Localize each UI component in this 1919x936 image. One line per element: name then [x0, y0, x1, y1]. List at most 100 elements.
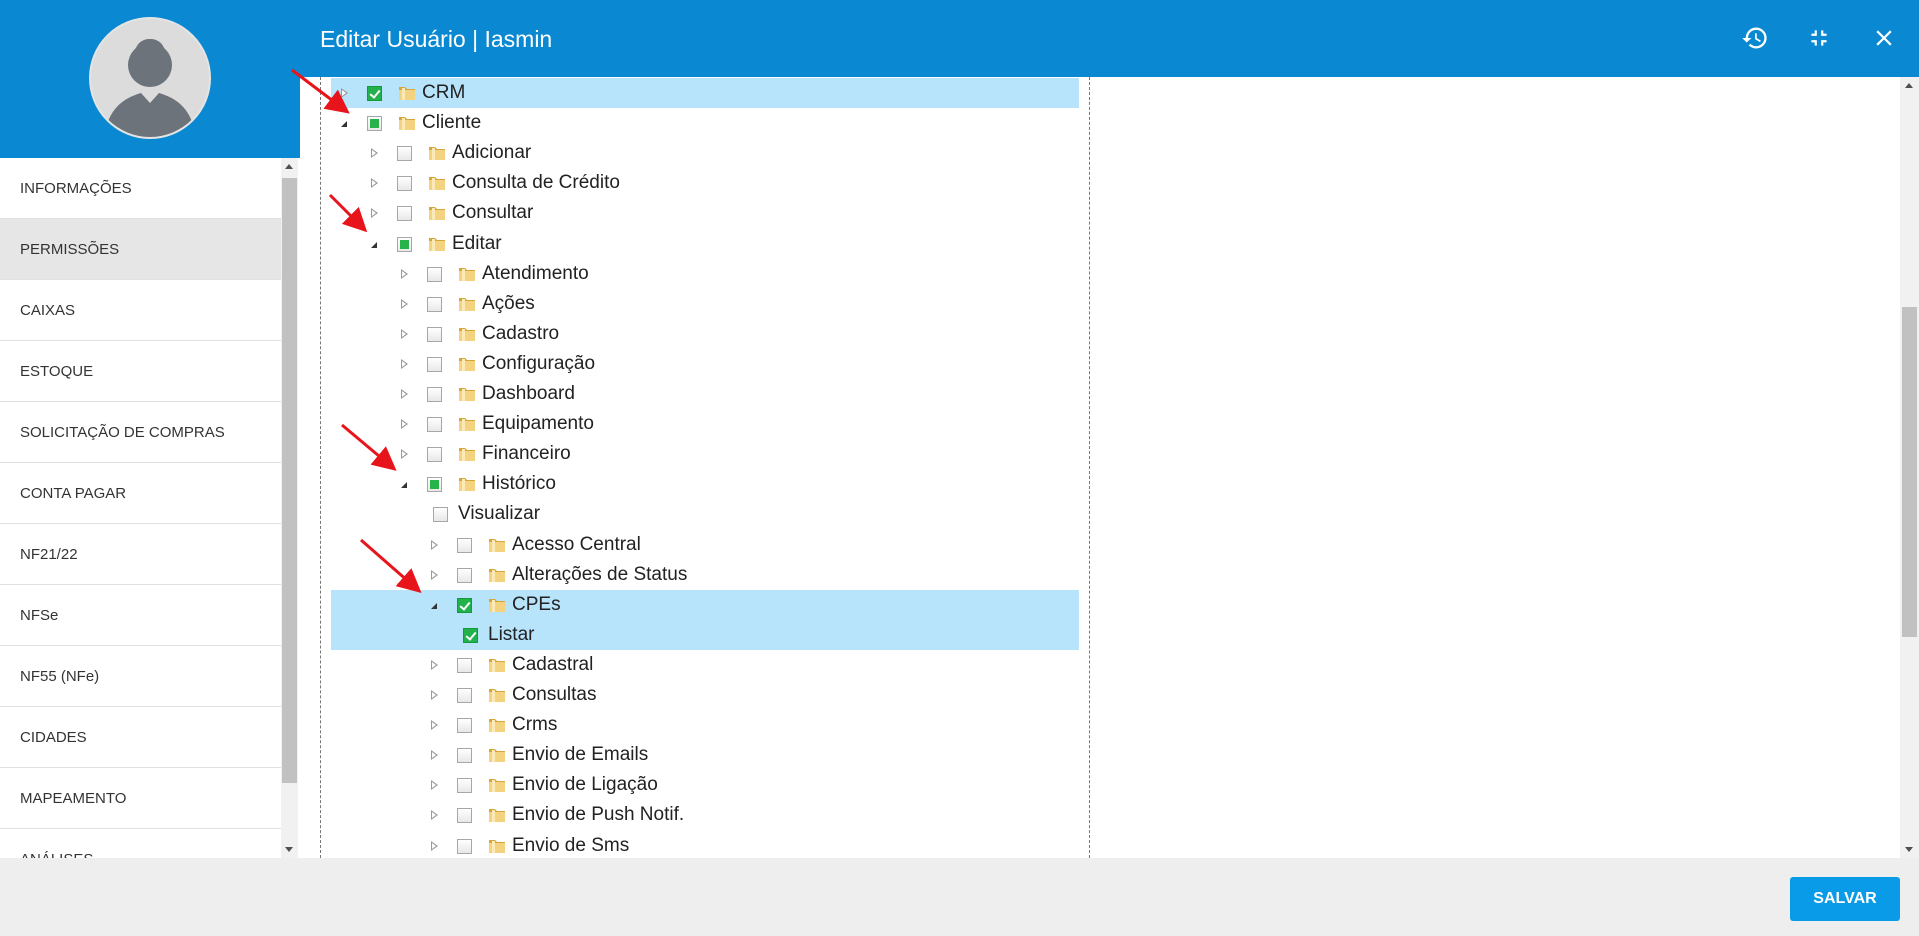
expand-arrow-icon[interactable] — [431, 569, 438, 580]
sidebar-item[interactable]: NFSe — [0, 585, 281, 646]
sidebar-scrollbar[interactable] — [281, 158, 298, 858]
tree-node[interactable]: Consultar — [331, 198, 1079, 228]
tree-node[interactable]: Financeiro — [331, 439, 1079, 469]
tree-checkbox[interactable] — [427, 387, 442, 402]
expand-arrow-icon[interactable] — [431, 539, 438, 550]
scroll-down-icon[interactable] — [285, 847, 293, 852]
scroll-up-icon[interactable] — [285, 164, 293, 169]
sidebar-item[interactable]: CONTA PAGAR — [0, 463, 281, 524]
expand-arrow-icon[interactable] — [371, 208, 378, 219]
expand-arrow-icon[interactable] — [371, 178, 378, 189]
tree-node[interactable]: CPEs — [331, 589, 1079, 620]
scroll-up-icon[interactable] — [1905, 83, 1913, 88]
tree-node[interactable]: Adicionar — [331, 138, 1079, 168]
sidebar-item[interactable]: CIDADES — [0, 707, 281, 768]
tree-checkbox[interactable] — [397, 236, 412, 252]
tree-node[interactable]: Editar — [331, 229, 1079, 259]
tree-checkbox[interactable] — [397, 176, 412, 192]
sidebar-item[interactable]: ESTOQUE — [0, 341, 281, 402]
tree-node[interactable]: Acesso Central — [331, 530, 1079, 560]
expand-arrow-icon[interactable] — [431, 720, 438, 731]
tree-node[interactable]: Cliente — [331, 108, 1079, 138]
save-button[interactable]: SALVAR — [1790, 877, 1900, 921]
sidebar-item[interactable]: NF55 (NFe) — [0, 646, 281, 707]
expand-arrow-icon[interactable] — [431, 780, 438, 791]
expand-arrow-icon[interactable] — [401, 298, 408, 309]
collapse-arrow-icon[interactable] — [341, 121, 347, 128]
tree-node[interactable]: Consultas — [331, 680, 1079, 710]
collapse-arrow-icon[interactable] — [401, 482, 407, 489]
sidebar-item[interactable]: INFORMAÇÕES — [0, 158, 281, 219]
expand-arrow-icon[interactable] — [401, 268, 408, 279]
tree-node[interactable]: Atendimento — [331, 259, 1079, 289]
tree-checkbox[interactable] — [457, 537, 472, 553]
main-scroll-thumb[interactable] — [1902, 307, 1917, 637]
tree-node[interactable]: Listar — [331, 619, 1079, 650]
scroll-down-icon[interactable] — [1905, 847, 1913, 852]
tree-checkbox[interactable] — [427, 356, 442, 372]
sidebar-scroll-thumb[interactable] — [282, 178, 297, 783]
sidebar-item[interactable]: CAIXAS — [0, 280, 281, 341]
collapse-arrow-icon[interactable] — [431, 602, 437, 609]
sidebar-item[interactable]: PERMISSÕES — [0, 219, 281, 280]
expand-arrow-icon[interactable] — [341, 88, 348, 98]
expand-arrow-icon[interactable] — [401, 449, 408, 460]
collapse-arrow-icon[interactable] — [371, 241, 377, 248]
tree-checkbox[interactable] — [457, 567, 472, 583]
tree-node[interactable]: Consulta de Crédito — [331, 168, 1079, 198]
tree-checkbox[interactable] — [457, 597, 472, 613]
tree-node[interactable]: Envio de Sms — [331, 831, 1079, 859]
tree-checkbox[interactable] — [457, 748, 472, 764]
tree-checkbox[interactable] — [427, 296, 442, 312]
tree-checkbox[interactable] — [457, 778, 472, 794]
expand-arrow-icon[interactable] — [431, 690, 438, 700]
tree-node[interactable]: Cadastral — [331, 650, 1079, 680]
tree-checkbox[interactable] — [433, 507, 448, 523]
history-button[interactable] — [1737, 20, 1773, 56]
tree-checkbox[interactable] — [463, 627, 478, 643]
tree-node[interactable]: Histórico — [331, 469, 1079, 499]
tree-node[interactable]: Visualizar — [331, 499, 1079, 529]
tree-node[interactable]: Cadastro — [331, 319, 1079, 349]
expand-arrow-icon[interactable] — [431, 810, 438, 821]
sidebar-item[interactable]: ANÁLISES — [0, 829, 281, 859]
sidebar-item[interactable]: NF21/22 — [0, 524, 281, 585]
tree-checkbox[interactable] — [427, 477, 442, 493]
close-button[interactable] — [1866, 20, 1902, 56]
tree-checkbox[interactable] — [397, 206, 412, 222]
tree-checkbox[interactable] — [367, 86, 382, 101]
tree-node[interactable]: Envio de Emails — [331, 740, 1079, 770]
tree-node[interactable]: CRM — [331, 78, 1079, 108]
sidebar-item[interactable]: SOLICITAÇÃO DE COMPRAS — [0, 402, 281, 463]
collapse-button[interactable] — [1801, 20, 1837, 56]
sidebar-item[interactable]: MAPEAMENTO — [0, 768, 281, 829]
tree-checkbox[interactable] — [427, 417, 442, 433]
tree-node[interactable]: Crms — [331, 710, 1079, 740]
tree-checkbox[interactable] — [427, 447, 442, 463]
tree-node[interactable]: Equipamento — [331, 409, 1079, 439]
tree-node[interactable]: Envio de Ligação — [331, 770, 1079, 800]
tree-checkbox[interactable] — [427, 266, 442, 282]
expand-arrow-icon[interactable] — [401, 389, 408, 399]
tree-node[interactable]: Alterações de Status — [331, 560, 1079, 590]
tree-checkbox[interactable] — [427, 326, 442, 342]
expand-arrow-icon[interactable] — [401, 358, 408, 369]
tree-checkbox[interactable] — [457, 657, 472, 673]
expand-arrow-icon[interactable] — [401, 328, 408, 339]
expand-arrow-icon[interactable] — [431, 659, 438, 670]
expand-arrow-icon[interactable] — [431, 750, 438, 761]
tree-node[interactable]: Configuração — [331, 349, 1079, 379]
tree-node[interactable]: Ações — [331, 289, 1079, 319]
tree-checkbox[interactable] — [457, 808, 472, 824]
tree-node[interactable]: Dashboard — [331, 379, 1079, 409]
tree-checkbox[interactable] — [457, 838, 472, 854]
expand-arrow-icon[interactable] — [401, 419, 408, 430]
tree-checkbox[interactable] — [397, 146, 412, 162]
tree-checkbox[interactable] — [457, 718, 472, 734]
tree-checkbox[interactable] — [457, 688, 472, 703]
tree-node[interactable]: Envio de Push Notif. — [331, 800, 1079, 830]
expand-arrow-icon[interactable] — [431, 840, 438, 851]
main-scrollbar[interactable] — [1900, 77, 1919, 858]
expand-arrow-icon[interactable] — [371, 148, 378, 159]
tree-checkbox[interactable] — [367, 116, 382, 132]
